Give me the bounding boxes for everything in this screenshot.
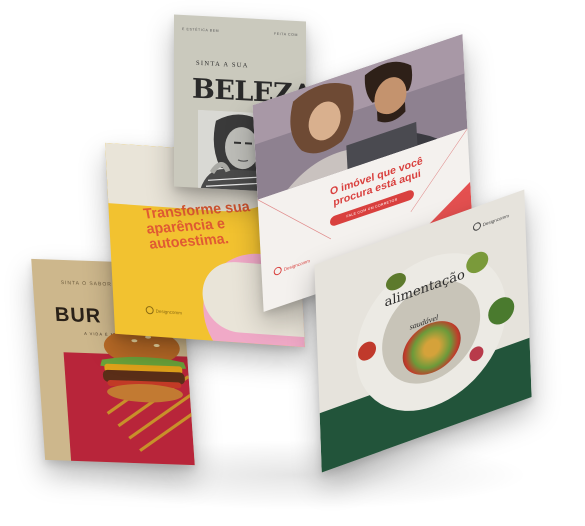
beleza-top-left: E ESTÉTICA BEM: [182, 26, 220, 33]
logo-text: Designcomm: [482, 212, 510, 227]
logo-text: Designcomm: [155, 308, 183, 315]
logo-mark-icon: [145, 305, 154, 315]
beleza-topline: E ESTÉTICA BEM FEITA COM: [182, 27, 298, 37]
logo-mark-icon: [472, 221, 481, 233]
beleza-kicker: SINTA A SUA: [196, 59, 249, 70]
burger-tagline: SINTA O SABOR: [60, 279, 113, 288]
beleza-top-right: FEITA COM: [273, 31, 298, 38]
brand-logo: Designcomm: [472, 211, 510, 233]
brand-logo: Designcomm: [145, 305, 183, 317]
